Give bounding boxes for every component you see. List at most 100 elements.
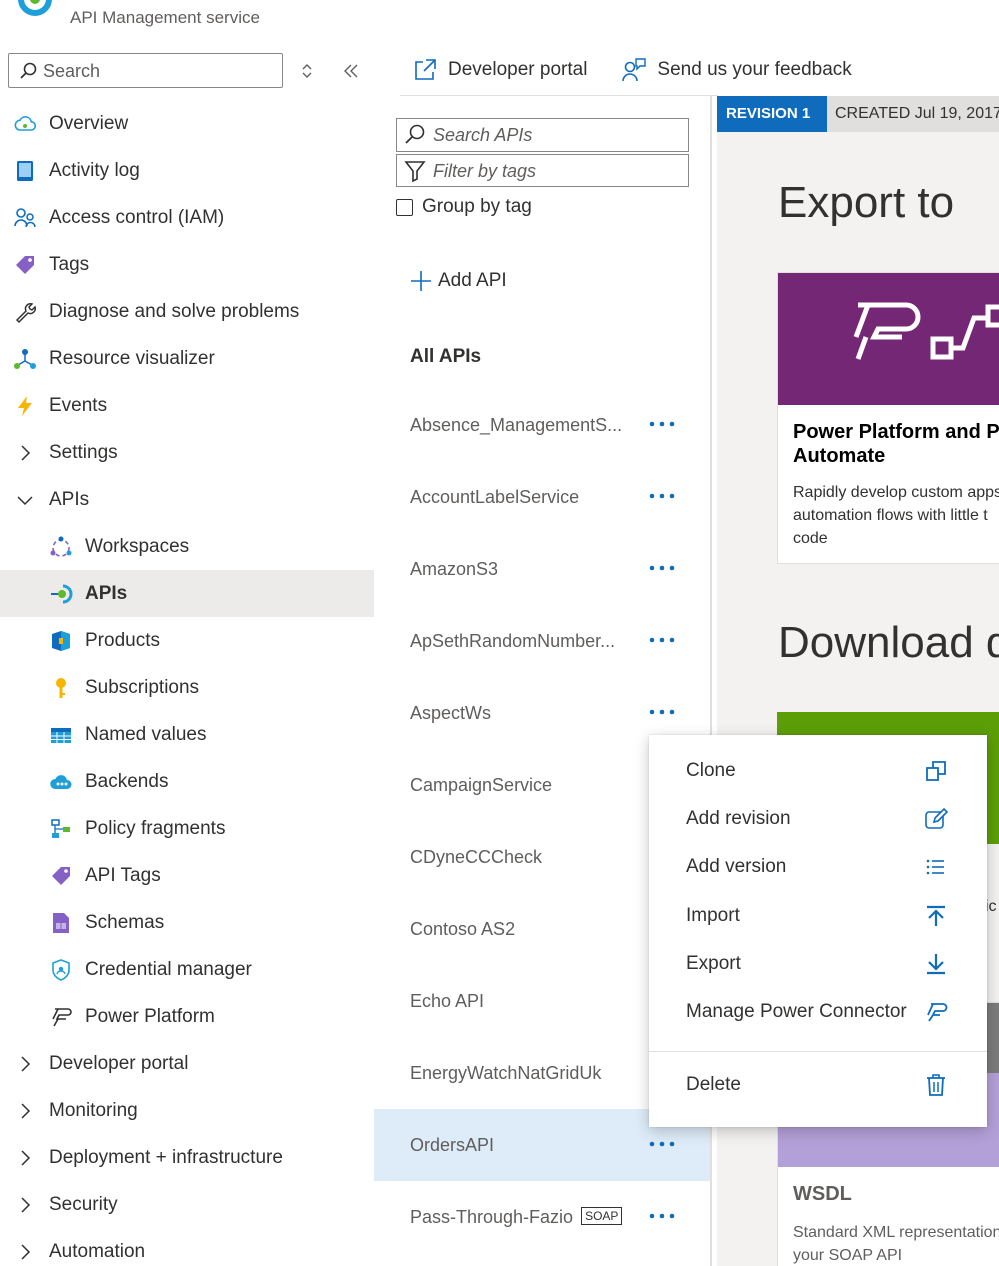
sidebar-item-tags[interactable]: Tags <box>0 241 374 288</box>
feedback-button[interactable]: Send us your feedback <box>611 57 852 83</box>
api-row-amazons3[interactable]: AmazonS3 <box>374 533 711 605</box>
sidebar-item-resource-visualizer[interactable]: Resource visualizer <box>0 335 374 382</box>
sidebar-item-label: Events <box>49 394 108 416</box>
sidebar-item-access-control[interactable]: Access control (IAM) <box>0 194 374 241</box>
menu-item-add-revision[interactable]: Add revision <box>649 795 987 843</box>
sidebar-item-overview[interactable]: Overview <box>0 100 374 147</box>
api-name-text: Pass-Through-Fazio <box>410 1207 574 1227</box>
more-options-icon[interactable] <box>648 1139 676 1149</box>
sidebar-item-api-tags[interactable]: API Tags <box>0 852 374 899</box>
tag-icon <box>12 252 38 278</box>
more-options-icon[interactable] <box>648 1211 676 1221</box>
sidebar-item-diagnose[interactable]: Diagnose and solve problems <box>0 288 374 335</box>
sidebar-item-label: Settings <box>49 441 118 463</box>
wsdl-card-desc: Standard XML representation your SOAP AP… <box>793 1224 999 1264</box>
api-name: OrdersAPI <box>410 1135 495 1155</box>
developer-portal-button[interactable]: Developer portal <box>402 57 587 83</box>
sidebar-item-label: Credential manager <box>85 958 252 980</box>
plus-icon <box>411 271 431 291</box>
sidebar-item-credential-manager[interactable]: Credential manager <box>0 946 374 993</box>
import-icon <box>927 905 945 926</box>
search-apis-input[interactable] <box>433 123 683 147</box>
sidebar-item-automation[interactable]: Automation <box>0 1228 374 1266</box>
api-context-menu: Clone Add revision Add version Import Ex… <box>649 735 987 1127</box>
sidebar-nav: Overview Activity log Access control (IA… <box>0 100 374 1266</box>
workspaces-icon <box>48 534 74 560</box>
menu-item-add-version[interactable]: Add version <box>649 843 987 891</box>
service-subtitle: API Management service <box>70 8 260 27</box>
api-name: Absence_ManagementS... <box>410 415 623 435</box>
api-row-apseth[interactable]: ApSethRandomNumber... <box>374 605 711 677</box>
more-options-icon[interactable] <box>648 563 676 573</box>
sidebar-item-apis[interactable]: APIs <box>0 570 374 617</box>
more-options-icon[interactable] <box>648 419 676 429</box>
api-row-accountlabel[interactable]: AccountLabelService <box>374 461 711 533</box>
more-options-icon[interactable] <box>648 635 676 645</box>
more-options-icon[interactable] <box>648 707 676 717</box>
shield-icon <box>48 957 74 983</box>
sidebar-item-power-platform[interactable]: Power Platform <box>0 993 374 1040</box>
wsdl-card-title: WSDL <box>793 1183 852 1205</box>
menu-item-delete[interactable]: Delete <box>649 1061 987 1109</box>
menu-divider <box>649 1051 987 1052</box>
sidebar-item-label: Workspaces <box>85 535 190 557</box>
sort-updown-icon[interactable] <box>296 60 318 82</box>
sidebar-item-policy-fragments[interactable]: Policy fragments <box>0 805 374 852</box>
menu-item-clone[interactable]: Clone <box>649 747 987 795</box>
api-row-passthrough[interactable]: Pass-Through-Fazio SOAP <box>374 1181 711 1253</box>
sidebar-item-subscriptions[interactable]: Subscriptions <box>0 664 374 711</box>
api-icon <box>48 581 74 607</box>
menu-item-manage-power-connector[interactable]: Manage Power Connector <box>649 988 987 1036</box>
group-by-tag-checkbox[interactable]: Group by tag <box>396 196 532 218</box>
menu-item-export[interactable]: Export <box>649 940 987 988</box>
menu-item-import[interactable]: Import <box>649 892 987 940</box>
sidebar-item-products[interactable]: Products <box>0 617 374 664</box>
api-name: Pass-Through-Fazio SOAP <box>410 1181 623 1253</box>
sidebar-item-activity-log[interactable]: Activity log <box>0 147 374 194</box>
sidebar-item-label: Overview <box>49 112 129 134</box>
api-name: AspectWs <box>410 703 492 723</box>
sidebar-item-developer-portal[interactable]: Developer portal <box>0 1040 374 1087</box>
power-platform-card[interactable]: Power Platform and P Automate Rapidly de… <box>777 272 999 564</box>
all-apis-heading[interactable]: All APIs <box>410 346 481 368</box>
sidebar-item-backends[interactable]: Backends <box>0 758 374 805</box>
sidebar-item-events[interactable]: Events <box>0 382 374 429</box>
sidebar-item-workspaces[interactable]: Workspaces <box>0 523 374 570</box>
schemas-icon <box>48 910 74 936</box>
api-name: AmazonS3 <box>410 559 499 579</box>
sidebar-group-apis[interactable]: APIs <box>0 476 374 523</box>
search-apis-box[interactable] <box>396 118 689 152</box>
sidebar-search[interactable] <box>8 53 283 88</box>
sidebar-item-security[interactable]: Security <box>0 1181 374 1228</box>
api-row-absence[interactable]: Absence_ManagementS... <box>374 389 711 461</box>
resource-visualizer-icon <box>12 346 38 372</box>
sidebar-item-deployment[interactable]: Deployment + infrastructure <box>0 1134 374 1181</box>
sidebar-item-settings[interactable]: Settings <box>0 429 374 476</box>
sidebar-item-label: APIs <box>85 582 128 604</box>
add-api-button[interactable]: Add API <box>410 270 507 292</box>
collapse-sidebar-icon[interactable] <box>340 60 362 82</box>
sidebar-search-input[interactable] <box>43 58 273 84</box>
checkbox-box[interactable] <box>396 198 413 216</box>
command-toolbar: Developer portal Send us your feedback <box>402 52 876 88</box>
sidebar-item-named-values[interactable]: Named values <box>0 711 374 758</box>
sidebar-item-label: Deployment + infrastructure <box>49 1146 283 1168</box>
api-name: CampaignService <box>410 775 553 795</box>
key-icon <box>48 675 74 701</box>
list-icon <box>926 859 944 875</box>
chevron-right-icon <box>12 1239 38 1265</box>
power-platform-icon <box>853 302 999 360</box>
sidebar-item-label: Power Platform <box>85 1005 215 1027</box>
sidebar-item-schemas[interactable]: Schemas <box>0 899 374 946</box>
menu-item-label: Delete <box>686 1074 741 1095</box>
filter-icon <box>404 161 426 183</box>
more-options-icon[interactable] <box>648 491 676 501</box>
power-connector-icon <box>927 1003 948 1022</box>
table-icon <box>48 722 74 748</box>
api-name: Contoso AS2 <box>410 919 516 939</box>
filter-tags-box[interactable] <box>396 154 689 187</box>
filter-tags-input[interactable] <box>433 159 683 183</box>
revision-bar: REVISION 1 CREATED Jul 19, 2017, 5 <box>717 96 999 132</box>
sidebar-item-monitoring[interactable]: Monitoring <box>0 1087 374 1134</box>
revision-badge[interactable]: REVISION 1 <box>717 96 827 132</box>
